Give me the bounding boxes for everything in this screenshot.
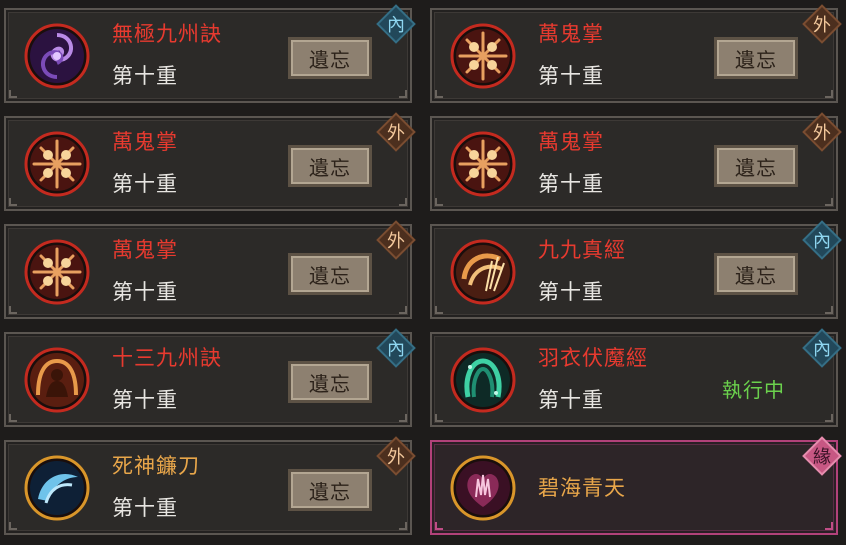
skill-level: 第十重 [112, 280, 178, 304]
skill-name: 碧海青天 [538, 476, 626, 500]
active-status: 執行中 [722, 378, 785, 402]
forget-button[interactable]: 遺忘 [288, 469, 372, 511]
corner-ornament [435, 90, 443, 98]
corner-ornament [435, 522, 443, 530]
skill-level: 第十重 [112, 496, 178, 520]
corner-ornament [399, 90, 407, 98]
crystal-heart-icon [450, 455, 516, 521]
skill-card: 九九真經 第十重 遺忘 內 [430, 220, 842, 319]
skill-grid: 無極九州訣 第十重 遺忘 內 萬鬼掌 第十重 遺忘 外 萬鬼掌 第十重 遺忘 外… [0, 0, 846, 545]
meditation-icon [24, 347, 90, 413]
skill-level: 第十重 [538, 64, 604, 88]
skill-card: 無極九州訣 第十重 遺忘 內 [4, 4, 416, 103]
corner-ornament [399, 198, 407, 206]
corner-ornament [9, 198, 17, 206]
type-badge-label: 內 [813, 231, 831, 252]
type-badge: 外 [802, 112, 842, 152]
corner-ornament [399, 306, 407, 314]
type-badge-label: 內 [387, 15, 405, 36]
forget-button[interactable]: 遺忘 [288, 361, 372, 403]
type-badge-label: 外 [813, 15, 831, 36]
type-badge: 緣 [802, 436, 842, 476]
skill-level: 第十重 [538, 388, 604, 412]
vortex-icon [24, 23, 90, 89]
forget-button[interactable]: 遺忘 [288, 253, 372, 295]
forget-button[interactable]: 遺忘 [288, 37, 372, 79]
corner-ornament [435, 198, 443, 206]
skill-name: 萬鬼掌 [538, 130, 604, 154]
skill-name: 萬鬼掌 [538, 22, 604, 46]
skill-card: 死神鐮刀 第十重 遺忘 外 [4, 436, 416, 535]
ghost-palm-icon [450, 131, 516, 197]
skill-card: 萬鬼掌 第十重 遺忘 外 [430, 4, 842, 103]
corner-ornament [825, 90, 833, 98]
corner-ornament [9, 306, 17, 314]
type-badge-label: 內 [813, 339, 831, 360]
corner-ornament [9, 414, 17, 422]
skill-level: 第十重 [538, 172, 604, 196]
skill-level: 第十重 [112, 388, 178, 412]
type-badge: 外 [802, 4, 842, 44]
forget-button[interactable]: 遺忘 [714, 145, 798, 187]
corner-ornament [825, 306, 833, 314]
type-badge-label: 外 [387, 447, 405, 468]
skill-level: 第十重 [112, 172, 178, 196]
skill-card: 萬鬼掌 第十重 遺忘 外 [4, 112, 416, 211]
type-badge-label: 緣 [813, 447, 831, 468]
skill-name: 萬鬼掌 [112, 238, 178, 262]
type-badge-label: 外 [387, 123, 405, 144]
ghost-palm-icon [24, 239, 90, 305]
type-badge: 內 [376, 328, 416, 368]
ghost-palm-icon [24, 131, 90, 197]
corner-ornament [399, 522, 407, 530]
skill-level: 第十重 [112, 64, 178, 88]
type-badge-label: 內 [387, 339, 405, 360]
type-badge-label: 外 [387, 231, 405, 252]
skill-name: 死神鐮刀 [112, 454, 200, 478]
corner-ornament [9, 90, 17, 98]
skill-card: 羽衣伏魔經 第十重 執行中 內 [430, 328, 842, 427]
corner-ornament [825, 522, 833, 530]
scythe-icon [24, 455, 90, 521]
type-badge: 外 [376, 220, 416, 260]
ghost-palm-icon [450, 23, 516, 89]
type-badge: 外 [376, 112, 416, 152]
corner-ornament [825, 198, 833, 206]
corner-ornament [9, 522, 17, 530]
type-badge: 內 [802, 220, 842, 260]
type-badge: 外 [376, 436, 416, 476]
type-badge-label: 外 [813, 123, 831, 144]
forget-button[interactable]: 遺忘 [714, 253, 798, 295]
swirl-strike-icon [450, 239, 516, 305]
skill-card: 十三九州訣 第十重 遺忘 內 [4, 328, 416, 427]
skill-level: 第十重 [538, 280, 604, 304]
skill-card: 萬鬼掌 第十重 遺忘 外 [430, 112, 842, 211]
skill-name: 十三九州訣 [112, 346, 222, 370]
corner-ornament [435, 414, 443, 422]
green-shroud-icon [450, 347, 516, 413]
type-badge: 內 [376, 4, 416, 44]
type-badge: 內 [802, 328, 842, 368]
skill-card: 萬鬼掌 第十重 遺忘 外 [4, 220, 416, 319]
skill-name: 羽衣伏魔經 [538, 346, 648, 370]
skill-name: 萬鬼掌 [112, 130, 178, 154]
corner-ornament [825, 414, 833, 422]
forget-button[interactable]: 遺忘 [288, 145, 372, 187]
fate-skill-card: 碧海青天 緣 [430, 436, 842, 535]
skill-name: 九九真經 [538, 238, 626, 262]
corner-ornament [435, 306, 443, 314]
skill-name: 無極九州訣 [112, 22, 222, 46]
corner-ornament [399, 414, 407, 422]
forget-button[interactable]: 遺忘 [714, 37, 798, 79]
